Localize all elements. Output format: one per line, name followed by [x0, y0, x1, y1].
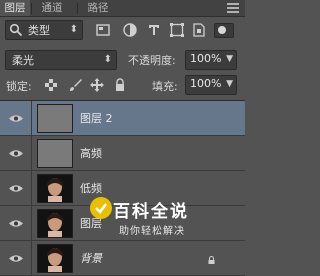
layers-list: 图层 2 高频 低频 图层 背景	[0, 100, 245, 276]
chevron-down-icon: ⬍	[69, 24, 78, 35]
eye-icon[interactable]	[9, 149, 23, 158]
lock-label: 锁定:	[6, 80, 32, 93]
fill-field[interactable]: 100% ▼	[185, 75, 237, 95]
fill-label: 填充:	[152, 80, 178, 93]
portrait-thumbnail	[37, 174, 73, 203]
eye-icon[interactable]	[9, 254, 23, 263]
eye-icon[interactable]	[9, 114, 23, 123]
type-filter-icon[interactable]	[146, 22, 162, 38]
pixel-filter-icon[interactable]	[95, 22, 111, 38]
layer-filter-row: 类型 ⬍	[0, 17, 245, 43]
opacity-value: 100%	[190, 52, 222, 65]
layer-thumbnail	[37, 104, 73, 133]
panel-menu-icon[interactable]	[227, 3, 239, 13]
tab-divider	[77, 3, 78, 14]
fill-value: 100%	[190, 77, 222, 90]
blend-row: 柔光 ⬍ 不透明度: 100% ▼	[0, 45, 245, 71]
filter-kind-label: 类型	[28, 24, 50, 37]
portrait-thumbnail	[37, 209, 73, 238]
layer-row-background[interactable]: 背景	[0, 241, 245, 276]
lock-transparency-icon[interactable]	[44, 78, 58, 92]
smart-object-filter-icon[interactable]	[191, 22, 207, 38]
watermark-brand: 百科全说	[113, 202, 189, 222]
opacity-field[interactable]: 100% ▼	[185, 50, 237, 70]
column-divider	[31, 101, 32, 135]
layer-name[interactable]: 高频	[80, 145, 102, 161]
layer-name[interactable]: 低频	[80, 180, 102, 196]
search-icon	[9, 23, 23, 37]
tab-layers[interactable]: 图层	[0, 0, 30, 16]
blend-mode-dropdown[interactable]: 柔光 ⬍	[5, 50, 117, 70]
lock-position-move-icon[interactable]	[90, 78, 104, 92]
lock-pixels-brush-icon[interactable]	[69, 78, 83, 92]
tab-divider	[31, 3, 32, 14]
watermark-slogan: 助你轻松解决	[119, 226, 185, 237]
filter-toggle-switch[interactable]	[214, 23, 234, 38]
blend-mode-value: 柔光	[12, 54, 34, 67]
panel-tab-bar: 图层 通道 路径	[0, 0, 245, 17]
column-divider	[31, 206, 32, 240]
column-divider	[31, 136, 32, 170]
tab-paths[interactable]: 路径	[80, 0, 116, 16]
layer-thumbnail	[37, 139, 73, 168]
opacity-label: 不透明度:	[128, 54, 176, 67]
eye-icon[interactable]	[9, 219, 23, 228]
layer-row-layer2[interactable]: 图层 2	[0, 101, 245, 136]
chevron-down-icon: ▼	[226, 79, 233, 89]
column-divider	[31, 171, 32, 205]
adjustment-filter-icon[interactable]	[122, 22, 138, 38]
filter-kind-dropdown[interactable]: 类型 ⬍	[5, 20, 83, 40]
chevron-down-icon: ▼	[226, 54, 233, 64]
lock-row: 锁定: 填充: 100% ▼	[0, 74, 245, 98]
lock-icon	[208, 256, 215, 264]
shape-filter-icon[interactable]	[169, 22, 185, 38]
watermark-logo-icon	[90, 197, 112, 219]
layer-name[interactable]: 背景	[80, 250, 102, 266]
layer-row-highfreq[interactable]: 高频	[0, 136, 245, 171]
layer-name[interactable]: 图层 2	[80, 110, 113, 126]
eye-icon[interactable]	[9, 184, 23, 193]
chevron-down-icon: ⬍	[103, 54, 112, 65]
portrait-thumbnail	[37, 244, 73, 273]
lock-all-icon[interactable]	[113, 78, 127, 92]
tab-channels[interactable]: 通道	[33, 0, 71, 16]
